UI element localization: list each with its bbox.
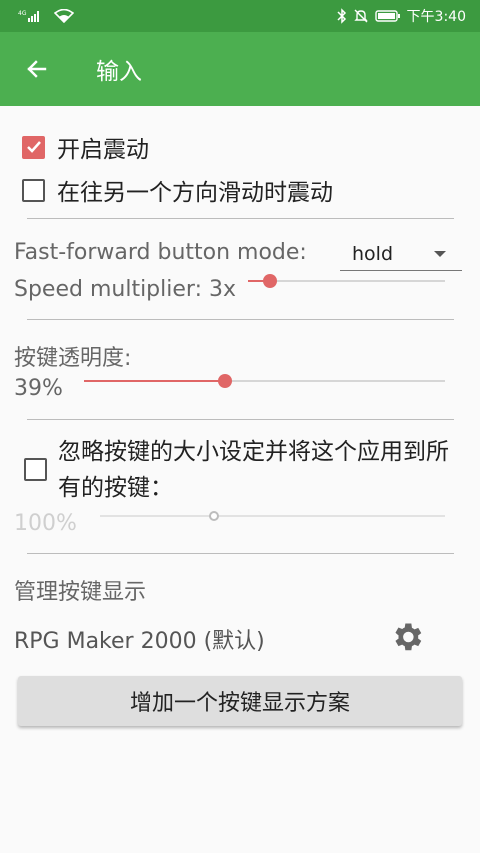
ignore-size-checkbox[interactable] bbox=[24, 458, 47, 481]
app-bar: 输入 bbox=[0, 32, 480, 106]
bluetooth-icon bbox=[337, 8, 347, 24]
divider bbox=[27, 319, 454, 320]
divider bbox=[27, 553, 454, 554]
mute-bell-icon bbox=[353, 8, 369, 24]
swipe-vibration-label: 在往另一个方向滑动时震动 bbox=[57, 180, 333, 206]
speed-multiplier-label: Speed multiplier: 3x bbox=[14, 277, 236, 302]
fast-forward-mode-label: Fast-forward button mode: bbox=[14, 240, 307, 265]
transparency-slider-fill bbox=[84, 380, 225, 382]
signal-icon: 4G bbox=[18, 9, 48, 23]
enable-vibration-checkbox[interactable] bbox=[22, 135, 45, 159]
back-button[interactable] bbox=[0, 32, 76, 106]
enable-vibration-label: 开启震动 bbox=[57, 137, 149, 163]
transparency-slider[interactable] bbox=[84, 371, 445, 391]
speed-slider-thumb[interactable] bbox=[262, 274, 277, 288]
ignore-size-value: 100% bbox=[14, 511, 77, 536]
transparency-value: 39% bbox=[14, 376, 63, 401]
swipe-vibration-checkbox[interactable] bbox=[22, 178, 45, 202]
add-layout-button[interactable]: 增加一个按键显示方案 bbox=[18, 676, 462, 726]
speed-multiplier-slider[interactable] bbox=[248, 271, 445, 291]
current-layout-label: RPG Maker 2000 (默认) bbox=[14, 629, 265, 654]
button-size-slider-thumb[interactable] bbox=[208, 511, 219, 521]
transparency-label: 按键透明度: bbox=[14, 346, 132, 371]
dropdown-arrow-icon bbox=[434, 250, 446, 257]
page-title: 输入 bbox=[96, 59, 142, 85]
divider bbox=[27, 419, 454, 420]
network-type-label: 4G bbox=[18, 10, 27, 17]
status-left: 4G bbox=[18, 9, 74, 23]
checkmark-icon bbox=[26, 141, 41, 153]
layout-section-title: 管理按键显示 bbox=[14, 580, 147, 605]
enable-vibration-option[interactable]: 开启震动 bbox=[22, 130, 149, 164]
status-time: 下午3:40 bbox=[406, 9, 466, 25]
wifi-icon bbox=[54, 9, 74, 23]
gear-icon[interactable] bbox=[389, 619, 425, 655]
divider bbox=[27, 218, 454, 219]
arrow-left-icon bbox=[27, 60, 47, 78]
fast-forward-mode-dropdown[interactable]: hold bbox=[340, 237, 462, 271]
button-size-slider[interactable] bbox=[100, 506, 445, 526]
fast-forward-mode-value: hold bbox=[352, 242, 394, 265]
transparency-slider-thumb[interactable] bbox=[217, 374, 232, 388]
status-right: 下午3:40 bbox=[337, 6, 466, 26]
battery-icon bbox=[374, 9, 401, 23]
swipe-vibration-option[interactable]: 在往另一个方向滑动时震动 bbox=[22, 173, 333, 207]
status-bar: 4G 下午3:40 bbox=[0, 0, 480, 32]
ignore-size-label: 忽略按键的大小设定并将这个应用到所有的按键： bbox=[58, 439, 449, 501]
